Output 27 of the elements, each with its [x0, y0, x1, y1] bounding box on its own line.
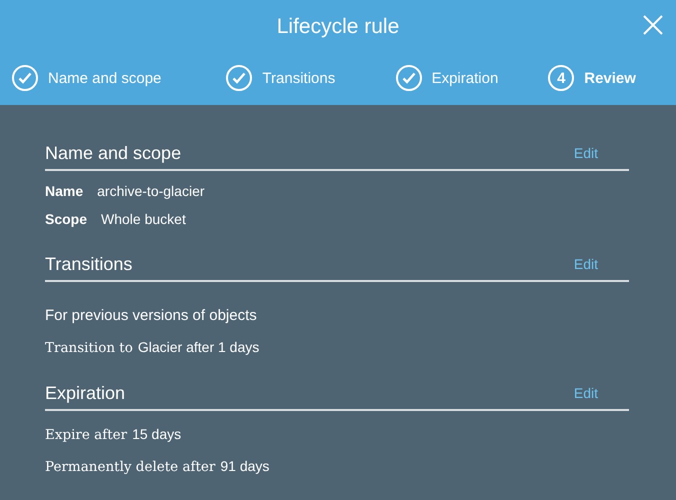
wizard-step[interactable]: Transitions: [226, 65, 385, 91]
wizard-step[interactable]: Name and scope: [12, 65, 218, 91]
rule-label: Transition to: [45, 340, 133, 356]
rule-value: 15 days: [132, 426, 182, 442]
rule-label: Expire after: [45, 427, 128, 443]
dialog-title: Lifecycle rule: [276, 14, 400, 38]
section-heading: Expiration: [45, 383, 126, 404]
wizard-step[interactable]: Expiration: [396, 65, 540, 91]
rule-label: Permanently delete after: [45, 459, 216, 475]
field-label: Scope: [45, 211, 88, 227]
section-heading: Transitions: [45, 254, 132, 275]
field-label: Name: [45, 183, 84, 199]
close-icon[interactable]: [642, 14, 664, 36]
check-icon: [396, 65, 422, 91]
rule-value: Glacier after 1 days: [138, 339, 260, 355]
edit-link[interactable]: Edit: [574, 145, 598, 161]
edit-link[interactable]: Edit: [574, 256, 598, 272]
check-icon: [12, 65, 38, 91]
edit-link[interactable]: Edit: [574, 385, 598, 401]
field-value: Whole bucket: [101, 211, 186, 227]
rule-value: 91 days: [220, 458, 270, 474]
subheading: For previous versions of objects: [45, 307, 258, 324]
step-number: 4: [548, 65, 574, 91]
wizard-step[interactable]: 4 Review: [548, 65, 664, 91]
check-icon: [226, 65, 252, 91]
field-value: archive-to-glacier: [97, 183, 205, 199]
section-heading: Name and scope: [45, 143, 182, 164]
